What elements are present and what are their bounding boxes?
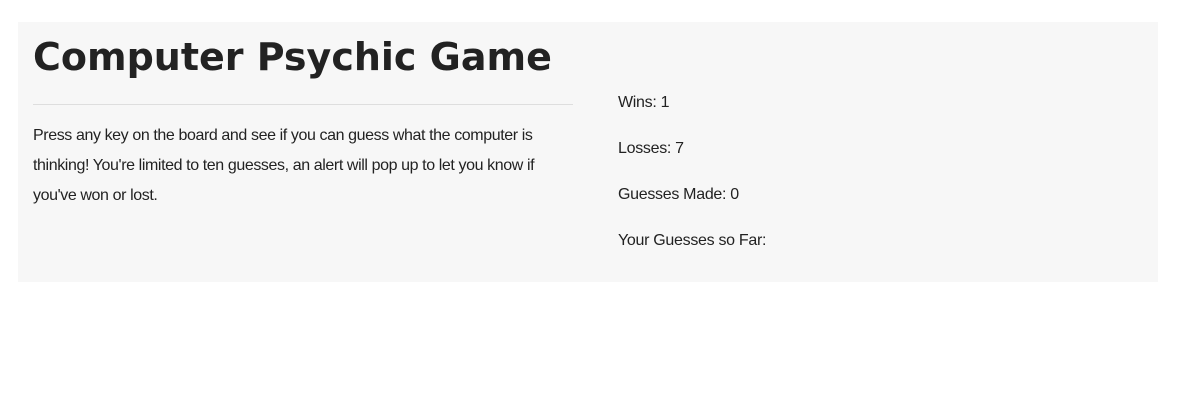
guesses-made-count: Guesses Made: 0 [618, 186, 739, 203]
losses-count: Losses: 7 [618, 140, 684, 157]
guesses-so-far: Your Guesses so Far: [618, 232, 767, 249]
game-instructions: Press any key on the board and see if yo… [33, 127, 535, 204]
wins-count: Wins: 1 [618, 94, 670, 111]
title-divider [33, 104, 573, 105]
scoreboard: Wins: 1 Losses: 7 Guesses Made: 0 Your G… [618, 90, 766, 274]
page-title: Computer Psychic Game [33, 35, 552, 79]
game-panel: Computer Psychic Game Press any key on t… [18, 22, 1158, 282]
